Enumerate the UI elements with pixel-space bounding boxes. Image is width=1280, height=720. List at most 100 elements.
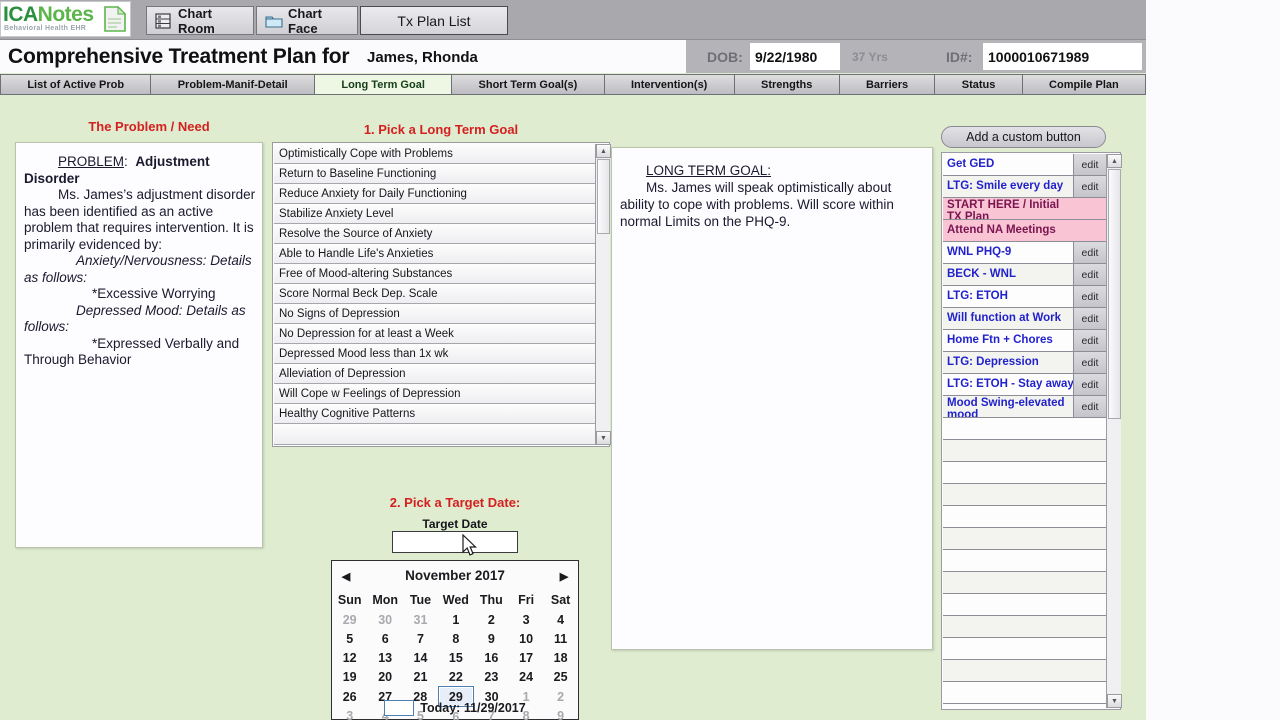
- goal-option[interactable]: Optimistically Cope with Problems: [274, 144, 596, 164]
- calendar-day[interactable]: 24: [509, 667, 543, 687]
- goal-option[interactable]: No Signs of Depression: [274, 304, 596, 324]
- calendar-day[interactable]: 31: [403, 610, 438, 629]
- custom-button-row-empty[interactable]: [943, 616, 1106, 638]
- custom-button-row-empty[interactable]: [943, 660, 1106, 682]
- edit-button[interactable]: edit: [1073, 374, 1106, 395]
- edit-button[interactable]: edit: [1073, 176, 1106, 197]
- custom-button-row-empty[interactable]: [943, 638, 1106, 660]
- calendar-day[interactable]: 5: [332, 629, 367, 648]
- goal-option[interactable]: No Depression for at least a Week: [274, 324, 596, 344]
- calendar-day[interactable]: 21: [403, 667, 438, 687]
- calendar-day[interactable]: 15: [438, 648, 474, 667]
- tab-strengths[interactable]: Strengths: [733, 74, 839, 95]
- tab-short-term-goal-s[interactable]: Short Term Goal(s): [451, 74, 604, 95]
- goal-list-scrollbar[interactable]: ▲ ▼: [595, 144, 611, 445]
- goal-option[interactable]: Score Normal Beck Dep. Scale: [274, 284, 596, 304]
- calendar-day[interactable]: 17: [509, 648, 543, 667]
- calendar-day[interactable]: 3: [509, 610, 543, 629]
- custom-button-row[interactable]: LTG: Smile every day edit: [943, 176, 1106, 198]
- goal-option[interactable]: Resolve the Source of Anxiety: [274, 224, 596, 244]
- calendar-day[interactable]: 6: [367, 629, 403, 648]
- custom-button-row-empty[interactable]: [943, 550, 1106, 572]
- tx-plan-list-button[interactable]: Tx Plan List: [360, 6, 508, 35]
- calendar-day[interactable]: 8: [438, 629, 474, 648]
- calendar-day[interactable]: 12: [332, 648, 367, 667]
- tab-long-term-goal[interactable]: Long Term Goal: [314, 74, 452, 95]
- custom-button-row[interactable]: Will function at Work edit: [943, 308, 1106, 330]
- goal-option[interactable]: Reduce Anxiety for Daily Functioning: [274, 184, 596, 204]
- edit-button[interactable]: edit: [1073, 286, 1106, 307]
- calendar-day[interactable]: 16: [474, 648, 509, 667]
- edit-button[interactable]: edit: [1073, 330, 1106, 351]
- edit-button[interactable]: edit: [1073, 154, 1106, 175]
- tab-status[interactable]: Status: [934, 74, 1022, 95]
- tab-problem-manif-detail[interactable]: Problem-Manif-Detail: [150, 74, 315, 95]
- custom-button-row[interactable]: Mood Swing-elevated mood edit: [943, 396, 1106, 418]
- calendar-day[interactable]: 1: [438, 610, 474, 629]
- caret-down-icon[interactable]: ▼: [596, 431, 611, 445]
- caret-up-icon[interactable]: ▲: [596, 144, 611, 158]
- custom-button-row[interactable]: LTG: ETOH - Stay away edit: [943, 374, 1106, 396]
- calendar-day[interactable]: 11: [543, 629, 578, 648]
- calendar-day[interactable]: 18: [543, 648, 578, 667]
- calendar-day[interactable]: 7: [403, 629, 438, 648]
- calendar-day[interactable]: 19: [332, 667, 367, 687]
- tab-barriers[interactable]: Barriers: [838, 74, 935, 95]
- custom-button-row[interactable]: Get GED edit: [943, 154, 1106, 176]
- tab-list-of-active-prob[interactable]: List of Active Prob: [0, 74, 151, 95]
- custom-button-scroll-thumb[interactable]: [1108, 169, 1121, 419]
- caret-up-icon[interactable]: ▲: [1107, 154, 1122, 168]
- custom-button-row[interactable]: LTG: Depression edit: [943, 352, 1106, 374]
- calendar-day[interactable]: 4: [543, 610, 578, 629]
- caret-down-icon[interactable]: ▼: [1107, 694, 1122, 708]
- custom-button-row-empty[interactable]: [943, 462, 1106, 484]
- calendar-day[interactable]: 20: [367, 667, 403, 687]
- edit-button[interactable]: edit: [1073, 352, 1106, 373]
- goal-option[interactable]: Will Cope w Feelings of Depression: [274, 384, 596, 404]
- custom-button-row[interactable]: Attend NA Meetings: [943, 220, 1106, 242]
- date-picker-calendar[interactable]: ◀ November 2017 ▶ Sun Mon Tue Wed Thu Fri Sat …: [331, 560, 579, 720]
- edit-button[interactable]: edit: [1073, 308, 1106, 329]
- calendar-day[interactable]: 22: [438, 667, 474, 687]
- custom-button-row-empty[interactable]: [943, 484, 1106, 506]
- goal-option[interactable]: Depressed Mood less than 1x wk: [274, 344, 596, 364]
- chart-room-button[interactable]: Chart Room: [146, 6, 254, 36]
- edit-button[interactable]: edit: [1073, 396, 1106, 417]
- calendar-day[interactable]: 14: [403, 648, 438, 667]
- calendar-day[interactable]: 13: [367, 648, 403, 667]
- custom-button-scrollbar[interactable]: ▲ ▼: [1106, 154, 1122, 708]
- long-term-goal-panel[interactable]: LONG TERM GOAL: Ms. James will speak opt…: [611, 147, 933, 650]
- goal-option[interactable]: Healthy Cognitive Patterns: [274, 404, 596, 424]
- caret-right-icon[interactable]: ▶: [558, 570, 570, 583]
- custom-button-list[interactable]: Get GED edit LTG: Smile every day edit START…: [943, 154, 1106, 708]
- tab-compile-plan[interactable]: Compile Plan: [1021, 74, 1146, 95]
- custom-button-row-empty[interactable]: [943, 418, 1106, 440]
- custom-button-row-empty[interactable]: [943, 528, 1106, 550]
- goal-option[interactable]: Able to Handle Life's Anxieties: [274, 244, 596, 264]
- caret-left-icon[interactable]: ◀: [340, 570, 352, 583]
- custom-button-row-empty[interactable]: [943, 440, 1106, 462]
- goal-option[interactable]: Alleviation of Depression: [274, 364, 596, 384]
- custom-button-row[interactable]: WNL PHQ-9 edit: [943, 242, 1106, 264]
- add-custom-button[interactable]: Add a custom button: [941, 126, 1106, 148]
- goal-option[interactable]: Stabilize Anxiety Level: [274, 204, 596, 224]
- calendar-day[interactable]: 23: [474, 667, 509, 687]
- custom-button-row[interactable]: Home Ftn + Chores edit: [943, 330, 1106, 352]
- tab-intervention-s[interactable]: Intervention(s): [603, 74, 734, 95]
- goal-option-empty[interactable]: [274, 424, 596, 445]
- custom-button-row-empty[interactable]: [943, 594, 1106, 616]
- custom-button-row-empty[interactable]: [943, 572, 1106, 594]
- chart-face-button[interactable]: Chart Face: [256, 6, 358, 36]
- calendar-day[interactable]: 10: [509, 629, 543, 648]
- custom-button-row[interactable]: LTG: ETOH edit: [943, 286, 1106, 308]
- custom-button-row-empty[interactable]: [943, 682, 1106, 704]
- problem-panel[interactable]: PROBLEM: Adjustment Disorder Ms. James’s…: [15, 142, 263, 548]
- calendar-day[interactable]: 9: [474, 629, 509, 648]
- calendar-day[interactable]: 25: [543, 667, 578, 687]
- calendar-day[interactable]: 29: [332, 610, 367, 629]
- goal-scroll-thumb[interactable]: [597, 159, 610, 234]
- custom-button-row[interactable]: START HERE / Initial TX Plan: [943, 198, 1106, 220]
- calendar-today-row[interactable]: Today: 11/29/2017: [332, 697, 578, 719]
- custom-button-row[interactable]: BECK - WNL edit: [943, 264, 1106, 286]
- goal-option[interactable]: Free of Mood-altering Substances: [274, 264, 596, 284]
